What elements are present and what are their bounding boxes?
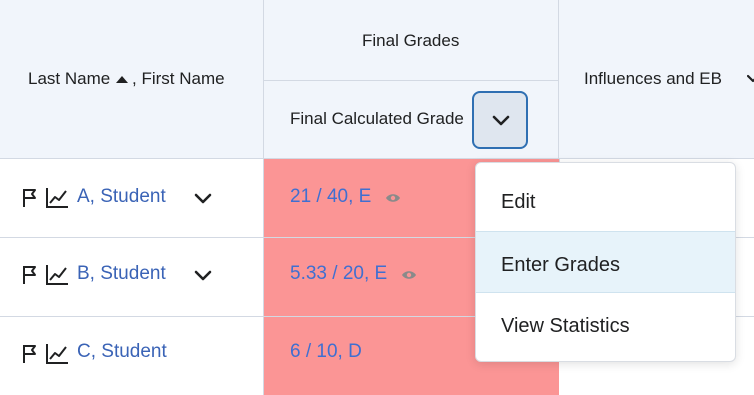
final-calculated-grade-menu-button[interactable] xyxy=(472,91,528,149)
influences-header: Influences and EB xyxy=(559,0,754,159)
menu-item-enter-grades[interactable]: Enter Grades xyxy=(476,231,735,293)
menu-item-edit[interactable]: Edit xyxy=(476,169,735,231)
table-row: C, Student xyxy=(0,317,264,395)
flag-icon[interactable] xyxy=(22,265,38,285)
sort-ascending-icon[interactable] xyxy=(115,74,129,84)
final-grades-header: Final Grades xyxy=(264,0,559,81)
chevron-down-icon xyxy=(492,115,510,126)
name-column-last-label[interactable]: Last Name xyxy=(28,69,110,89)
final-calculated-grade-label: Final Calculated Grade xyxy=(290,109,464,128)
name-column-header[interactable]: Last Name , First Name xyxy=(0,0,264,159)
name-column-first-label[interactable]: , First Name xyxy=(132,69,225,89)
column-options-menu: Edit Enter Grades View Statistics xyxy=(475,162,736,362)
student-name-link[interactable]: C, Student xyxy=(77,341,167,363)
eye-icon xyxy=(386,194,400,202)
student-name-link[interactable]: B, Student xyxy=(77,263,166,285)
influences-label: Influences and EB xyxy=(584,69,722,88)
chevron-down-icon[interactable] xyxy=(747,74,754,84)
final-grades-label: Final Grades xyxy=(362,31,460,50)
stats-chart-icon[interactable] xyxy=(45,187,69,209)
grade-value[interactable]: 6 / 10, D xyxy=(290,341,362,363)
menu-item-label: Enter Grades xyxy=(501,254,620,276)
menu-item-label: Edit xyxy=(501,191,536,213)
flag-icon[interactable] xyxy=(22,188,38,208)
table-row: B, Student xyxy=(0,238,264,316)
grade-value[interactable]: 21 / 40, E xyxy=(290,186,371,208)
eye-icon xyxy=(402,271,416,279)
grade-value[interactable]: 5.33 / 20, E xyxy=(290,263,387,285)
table-row: A, Student xyxy=(0,159,264,237)
stats-chart-icon[interactable] xyxy=(45,264,69,286)
flag-icon[interactable] xyxy=(22,344,38,364)
chevron-down-icon[interactable] xyxy=(194,270,212,282)
menu-item-view-statistics[interactable]: View Statistics xyxy=(476,293,735,355)
menu-item-label: View Statistics xyxy=(501,315,630,337)
chevron-down-icon[interactable] xyxy=(194,193,212,205)
gradebook-grid: Last Name , First Name Final Grades Fina… xyxy=(0,0,754,395)
stats-chart-icon[interactable] xyxy=(45,343,69,365)
student-name-link[interactable]: A, Student xyxy=(77,186,166,208)
